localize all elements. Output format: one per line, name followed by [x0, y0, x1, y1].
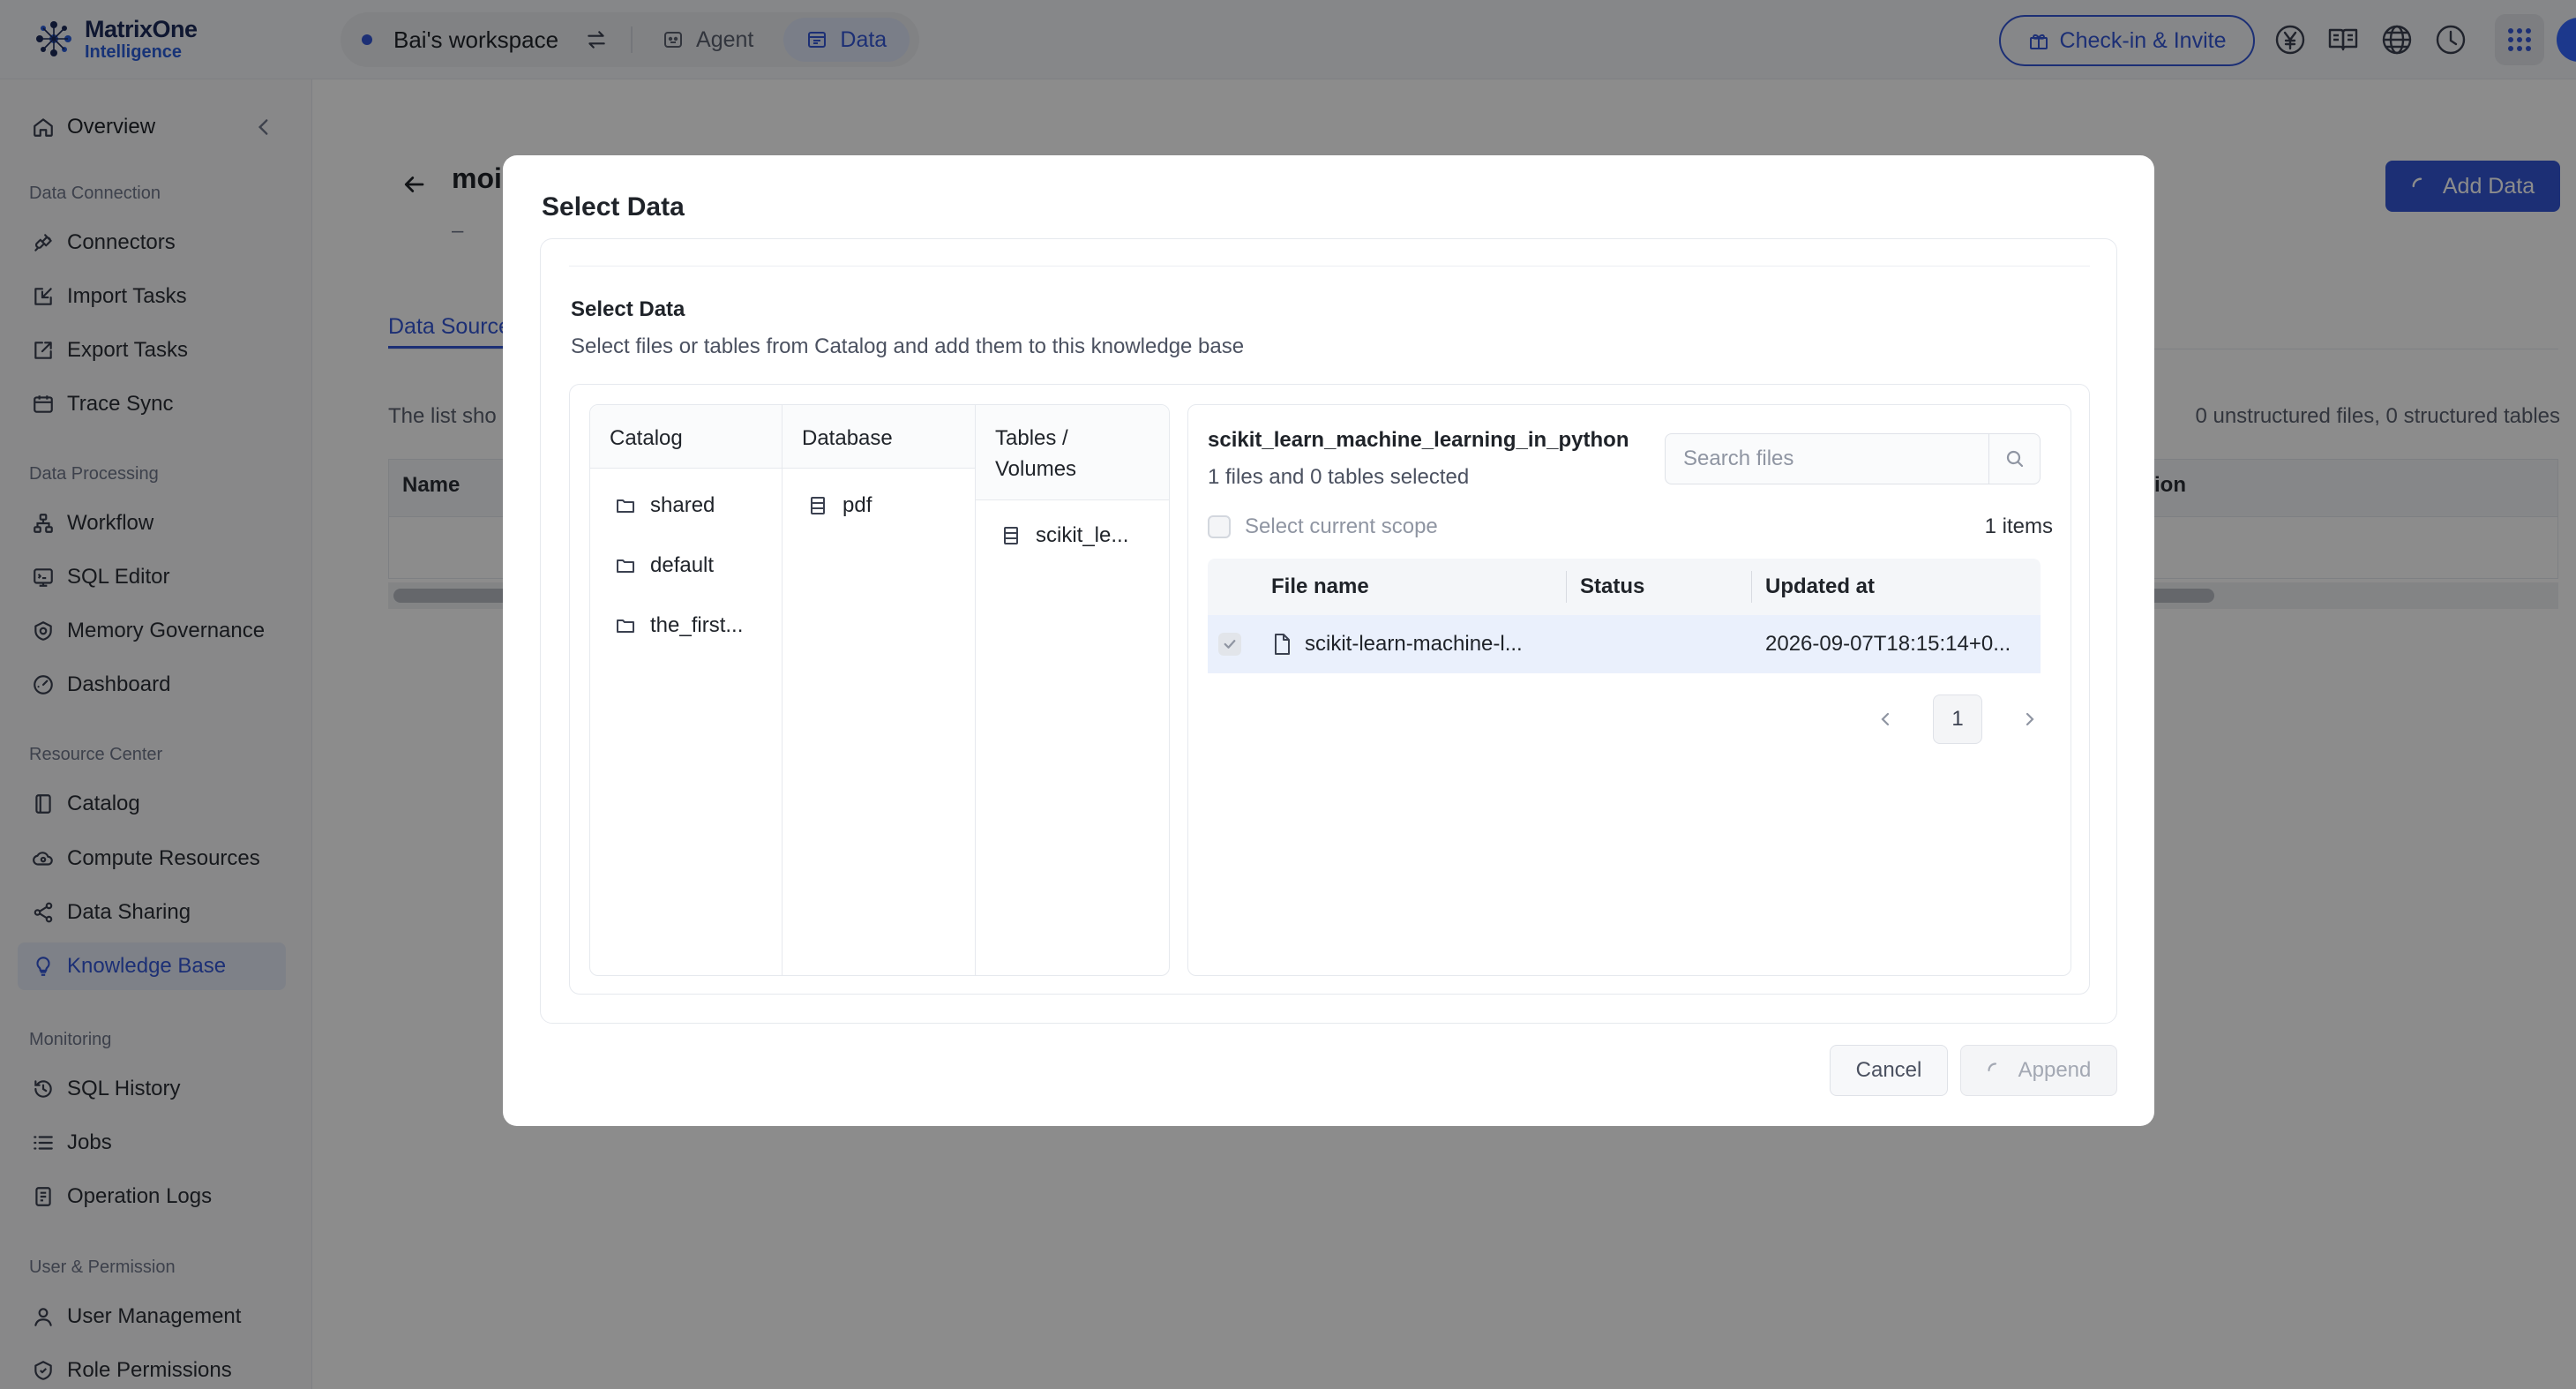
modal-title: Select Data	[542, 192, 685, 221]
section-subtitle: Select files or tables from Catalog and …	[571, 334, 1245, 358]
append-label: Append	[2018, 1058, 2092, 1082]
volume-item-label: scikit_le...	[1036, 523, 1129, 547]
catalog-item-the-first[interactable]: the_first...	[615, 613, 743, 638]
column-divider	[1566, 571, 1567, 603]
column-header-updated-at: Updated at	[1765, 574, 1876, 598]
select-data-modal: Select Data Select Data Select files or …	[503, 155, 2154, 1126]
append-button[interactable]: Append	[1960, 1045, 2117, 1096]
column-header-file-name: File name	[1271, 574, 1369, 598]
check-icon	[1222, 636, 1238, 652]
search-button[interactable]	[1988, 434, 2040, 484]
database-column: Database pdf	[783, 405, 976, 975]
search-icon	[2004, 448, 2026, 469]
page-number-button[interactable]: 1	[1933, 694, 1982, 744]
tables-volumes-column-header: Tables / Volumes	[976, 405, 1169, 500]
catalog-column: Catalog shared default the_first...	[590, 405, 783, 975]
volume-icon	[1000, 525, 1022, 546]
table-row[interactable]: scikit-learn-machine-l... 2026-09-07T18:…	[1208, 615, 2041, 673]
section-divider	[569, 266, 2090, 267]
catalog-item-label: default	[650, 553, 715, 577]
column-header-line: Volumes	[995, 457, 1077, 481]
database-item-label: pdf	[842, 493, 872, 517]
catalog-column-header: Catalog	[590, 405, 782, 469]
file-name-cell: scikit-learn-machine-l...	[1305, 632, 1523, 656]
volume-item-scikit[interactable]: scikit_le...	[1000, 523, 1128, 548]
catalog-item-default[interactable]: default	[615, 553, 714, 578]
volume-title: scikit_learn_machine_learning_in_python	[1208, 428, 1629, 452]
selection-summary: 1 files and 0 tables selected	[1208, 465, 1470, 489]
search-files-box	[1665, 433, 2041, 484]
catalog-item-label: the_first...	[650, 613, 744, 637]
select-scope-checkbox[interactable]	[1208, 515, 1231, 538]
row-checkbox[interactable]	[1218, 633, 1241, 656]
pagination: 1	[1875, 694, 2041, 744]
folder-icon	[615, 555, 636, 576]
items-count: 1 items	[1984, 514, 2053, 538]
catalog-browser: Catalog shared default the_first... Data…	[589, 404, 1170, 976]
file-table-header: File name Status Updated at	[1208, 559, 2041, 615]
catalog-item-label: shared	[650, 493, 715, 517]
cancel-button[interactable]: Cancel	[1830, 1045, 1948, 1096]
tables-volumes-column: Tables / Volumes scikit_le...	[976, 405, 1169, 975]
section-title: Select Data	[571, 297, 685, 321]
select-scope-label: Select current scope	[1245, 514, 1438, 538]
modal-body: Select Data Select files or tables from …	[540, 238, 2117, 1024]
database-item-pdf[interactable]: pdf	[807, 493, 872, 518]
column-divider	[1751, 571, 1752, 603]
loading-spinner-icon	[1987, 1062, 2004, 1079]
file-icon	[1271, 633, 1292, 656]
catalog-item-shared[interactable]: shared	[615, 493, 715, 518]
folder-icon	[615, 615, 636, 636]
column-header-status: Status	[1580, 574, 1645, 598]
data-picker: Catalog shared default the_first... Data…	[569, 384, 2090, 995]
file-selection-panel: scikit_learn_machine_learning_in_python …	[1187, 404, 2071, 976]
folder-icon	[615, 495, 636, 516]
column-header-line: Tables /	[995, 426, 1068, 450]
next-page-icon[interactable]	[2019, 709, 2041, 730]
updated-at-cell: 2026-09-07T18:15:14+0...	[1765, 632, 2011, 656]
prev-page-icon[interactable]	[1875, 709, 1896, 730]
database-icon	[807, 495, 828, 516]
database-column-header: Database	[783, 405, 975, 469]
select-current-scope[interactable]: Select current scope	[1208, 514, 1438, 539]
search-files-input[interactable]	[1666, 434, 1988, 484]
file-table: File name Status Updated at scikit-learn…	[1208, 559, 2041, 673]
